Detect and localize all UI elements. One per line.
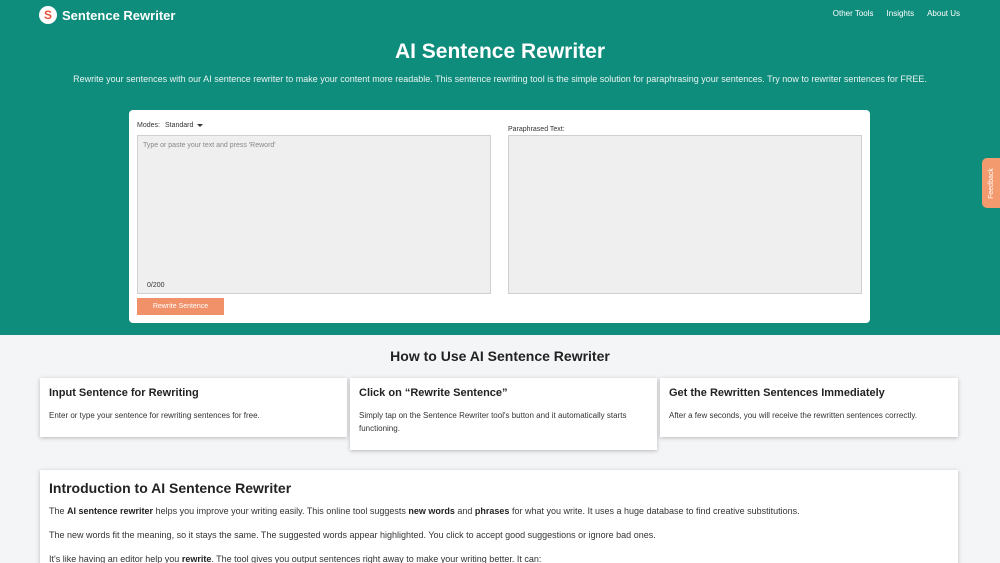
modes-row: Modes: Standard [137, 122, 204, 129]
step-1-text: Enter or type your sentence for rewritin… [49, 411, 260, 420]
step-card-2: Click on “Rewrite Sentence” Simply tap o… [350, 378, 657, 450]
nav-about-us[interactable]: About Us [927, 9, 960, 18]
step-1-title: Input Sentence for Rewriting [49, 387, 199, 399]
intro-title: Introduction to AI Sentence Rewriter [49, 480, 292, 496]
rewrite-sentence-button[interactable]: Rewrite Sentence [137, 298, 224, 315]
char-count: 0/200 [147, 282, 165, 289]
mode-dropdown[interactable]: Standard [164, 122, 204, 129]
nav-insights[interactable]: Insights [887, 9, 915, 18]
input-textarea[interactable]: Type or paste your text and press 'Rewor… [137, 135, 491, 294]
intro-paragraph-3: It's like having an editor help you rewr… [49, 554, 542, 563]
page-subtitle: Rewrite your sentences with our AI sente… [73, 74, 927, 84]
feedback-tab[interactable]: Feedback [982, 158, 1000, 208]
how-to-title: How to Use AI Sentence Rewriter [390, 348, 610, 364]
step-2-text: Simply tap on the Sentence Rewriter tool… [359, 411, 627, 433]
intro-keyword: rewrite [181, 554, 212, 563]
intro-paragraph-2: The new words fit the meaning, so it sta… [49, 530, 656, 540]
top-nav: Other Tools Insights About Us [833, 9, 960, 18]
intro-paragraph-1: The AI sentence rewriter helps you impro… [49, 506, 800, 516]
intro-keyword: AI sentence rewriter [67, 506, 154, 516]
output-textarea[interactable] [508, 135, 862, 294]
intro-section: Introduction to AI Sentence Rewriter The… [40, 470, 958, 563]
modes-label: Modes: [137, 122, 160, 129]
mode-value: Standard [164, 122, 194, 129]
step-2-title: Click on “Rewrite Sentence” [359, 387, 508, 399]
nav-other-tools[interactable]: Other Tools [833, 9, 874, 18]
step-card-3: Get the Rewritten Sentences Immediately … [660, 378, 958, 437]
feedback-label: Feedback [987, 167, 995, 199]
rewriter-card: Modes: Standard Paraphrased Text: Type o… [129, 110, 870, 323]
step-3-text: After a few seconds, you will receive th… [669, 411, 917, 420]
intro-keyword: phrases [474, 506, 510, 516]
brand-logo[interactable]: S Sentence Rewriter [39, 6, 175, 24]
intro-keyword: new words [408, 506, 455, 516]
chevron-down-icon [197, 124, 204, 127]
input-placeholder: Type or paste your text and press 'Rewor… [143, 142, 276, 149]
brand-name: Sentence Rewriter [62, 7, 176, 23]
hero-section: S Sentence Rewriter Other Tools Insights… [0, 0, 1000, 335]
step-3-title: Get the Rewritten Sentences Immediately [669, 387, 885, 399]
logo-icon: S [39, 6, 57, 24]
step-card-1: Input Sentence for Rewriting Enter or ty… [40, 378, 347, 437]
paraphrased-label: Paraphrased Text: [508, 126, 565, 133]
page-title: AI Sentence Rewriter [394, 40, 606, 63]
